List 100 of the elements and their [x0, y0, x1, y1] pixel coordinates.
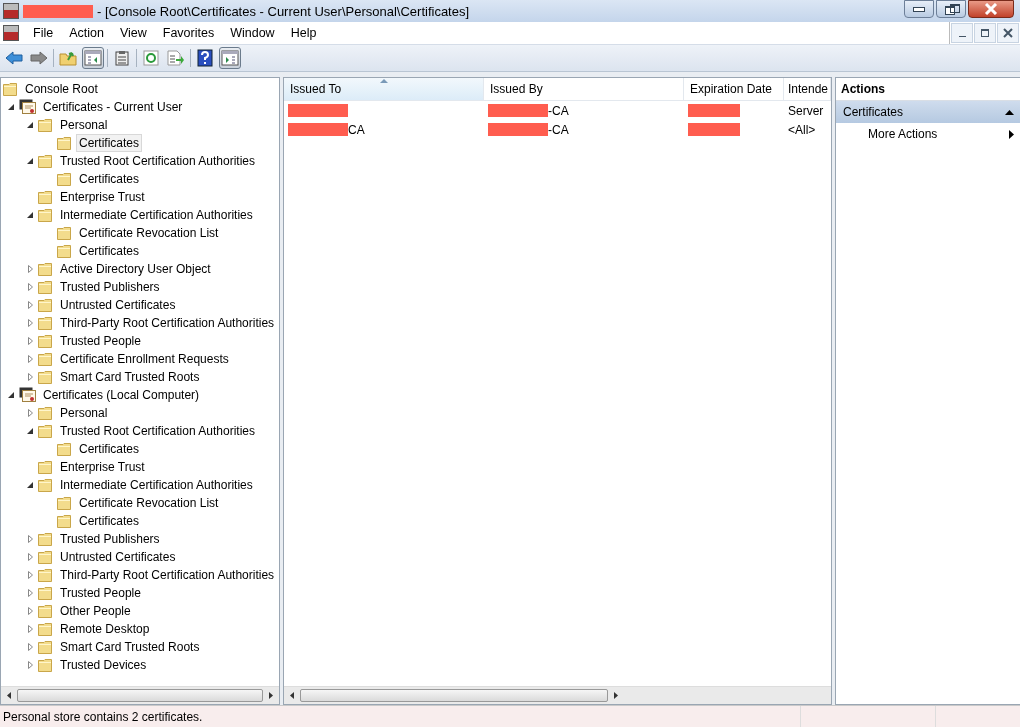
tree-item[interactable]: Certificate Revocation List [76, 494, 222, 512]
menu-item[interactable]: Help [282, 26, 325, 40]
action-item[interactable]: More Actions [836, 123, 1020, 145]
minimize-button[interactable] [904, 0, 934, 18]
column-header[interactable]: Intende [784, 78, 831, 100]
toolbox-icon [3, 3, 19, 19]
tree-item[interactable]: Trusted People [57, 584, 144, 602]
tree-item[interactable]: Certificates [76, 440, 143, 458]
folder-icon [38, 604, 54, 618]
menu-item[interactable]: Action [61, 26, 112, 40]
tree-item[interactable]: Untrusted Certificates [57, 296, 179, 314]
tree-item[interactable]: Console Root [22, 80, 101, 98]
certificate-store-icon [19, 387, 37, 403]
column-header[interactable]: Expiration Date [684, 78, 784, 100]
folder-icon [38, 262, 54, 276]
tree-item[interactable]: Untrusted Certificates [57, 548, 179, 566]
tree-item[interactable]: Certificate Revocation List [76, 224, 222, 242]
restore-button[interactable] [936, 0, 966, 18]
tree-item[interactable]: Certificates [76, 170, 143, 188]
help-button[interactable] [194, 47, 216, 69]
section-header[interactable]: Certificates [836, 101, 1020, 123]
collapse-arrow-icon [1005, 109, 1014, 115]
folder-icon [38, 586, 54, 600]
tree-item[interactable]: Remote Desktop [57, 620, 153, 638]
menu-item[interactable]: Favorites [154, 26, 223, 40]
tree-item[interactable]: Enterprise Trust [57, 188, 148, 206]
folder-icon [38, 568, 54, 582]
tree-item[interactable]: Enterprise Trust [57, 458, 148, 476]
action-pane-button[interactable] [219, 47, 241, 69]
scroll-left-icon[interactable] [7, 692, 11, 699]
console-tree-button[interactable] [82, 47, 104, 69]
tree-item[interactable]: Smart Card Trusted Roots [57, 638, 203, 656]
action-pane-icon [221, 50, 239, 66]
tree-item[interactable]: Personal [57, 116, 111, 134]
folder-icon [38, 460, 54, 474]
scroll-left-icon[interactable] [290, 692, 294, 699]
horizontal-scrollbar[interactable] [1, 686, 279, 704]
tree-item[interactable]: Certificates [76, 134, 143, 152]
folder-icon [38, 658, 54, 672]
tree-item[interactable]: Trusted Root Certification Authorities [57, 152, 258, 170]
horizontal-scrollbar[interactable] [284, 686, 831, 704]
console-tree-icon [84, 50, 102, 66]
tree-item[interactable]: Trusted Publishers [57, 530, 163, 548]
tree-item[interactable]: Personal [57, 404, 111, 422]
tree-item[interactable]: Other People [57, 602, 134, 620]
folder-icon [38, 208, 54, 222]
column-header[interactable]: Issued By [484, 78, 684, 100]
export-list-button[interactable] [165, 47, 187, 69]
folder-icon [57, 514, 73, 528]
scroll-right-icon[interactable] [269, 692, 273, 699]
folder-icon [57, 172, 73, 186]
folder-icon [38, 190, 54, 204]
tree-item[interactable]: Certificate Enrollment Requests [57, 350, 232, 368]
close-button[interactable] [968, 0, 1014, 18]
toolbox-icon[interactable] [3, 25, 19, 41]
folder-icon [38, 640, 54, 654]
folder-icon [38, 280, 54, 294]
folder-icon [57, 244, 73, 258]
tree-item[interactable]: Certificates [76, 242, 143, 260]
folder-icon [38, 370, 54, 384]
refresh-button[interactable] [140, 47, 162, 69]
close-icon [1003, 28, 1013, 38]
back-arrow-icon [5, 51, 23, 65]
window-title: - [Console Root\Certificates - Current User\Personal\Certificates] [97, 3, 470, 19]
folder-icon [38, 478, 54, 492]
tree-item[interactable]: Trusted Root Certification Authorities [57, 422, 258, 440]
menu-item[interactable]: View [111, 26, 155, 40]
tree-item[interactable]: Intermediate Certification Authorities [57, 206, 256, 224]
folder-icon [57, 496, 73, 510]
tree-item[interactable]: Trusted People [57, 332, 144, 350]
folder-icon [57, 136, 73, 150]
folder-icon [38, 154, 54, 168]
menu-item[interactable]: Window [222, 26, 283, 40]
status-text: Personal store contains 2 certificates. [2, 709, 204, 724]
tree-item[interactable]: Certificates - Current User [40, 98, 186, 116]
tree-item[interactable]: Third-Party Root Certification Authorities [57, 566, 278, 584]
help-icon [197, 49, 213, 67]
folder-icon [38, 298, 54, 312]
folder-icon [3, 82, 19, 96]
tree-item[interactable]: Trusted Publishers [57, 278, 163, 296]
folder-icon [38, 622, 54, 636]
tree-item[interactable]: Intermediate Certification Authorities [57, 476, 256, 494]
tree-item[interactable]: Certificates [76, 512, 143, 530]
tree-item[interactable]: Smart Card Trusted Roots [57, 368, 203, 386]
folder-icon [57, 442, 73, 456]
menu-item[interactable]: File [25, 26, 62, 40]
table-cell: CA [348, 122, 365, 137]
tree-item[interactable]: Third-Party Root Certification Authorities [57, 314, 278, 332]
column-header[interactable]: Issued To [284, 78, 484, 100]
tree-item[interactable]: Certificates (Local Computer) [40, 386, 203, 404]
tree-item[interactable]: Trusted Devices [57, 656, 150, 674]
close-icon [984, 3, 998, 15]
scroll-right-icon[interactable] [614, 692, 618, 699]
forward-arrow-icon [30, 51, 48, 65]
refresh-icon [143, 50, 159, 66]
folder-icon [38, 334, 54, 348]
export-list-icon [167, 50, 185, 66]
folder-icon [57, 226, 73, 240]
tree-item[interactable]: Active Directory User Object [57, 260, 214, 278]
folder-icon [38, 352, 54, 366]
